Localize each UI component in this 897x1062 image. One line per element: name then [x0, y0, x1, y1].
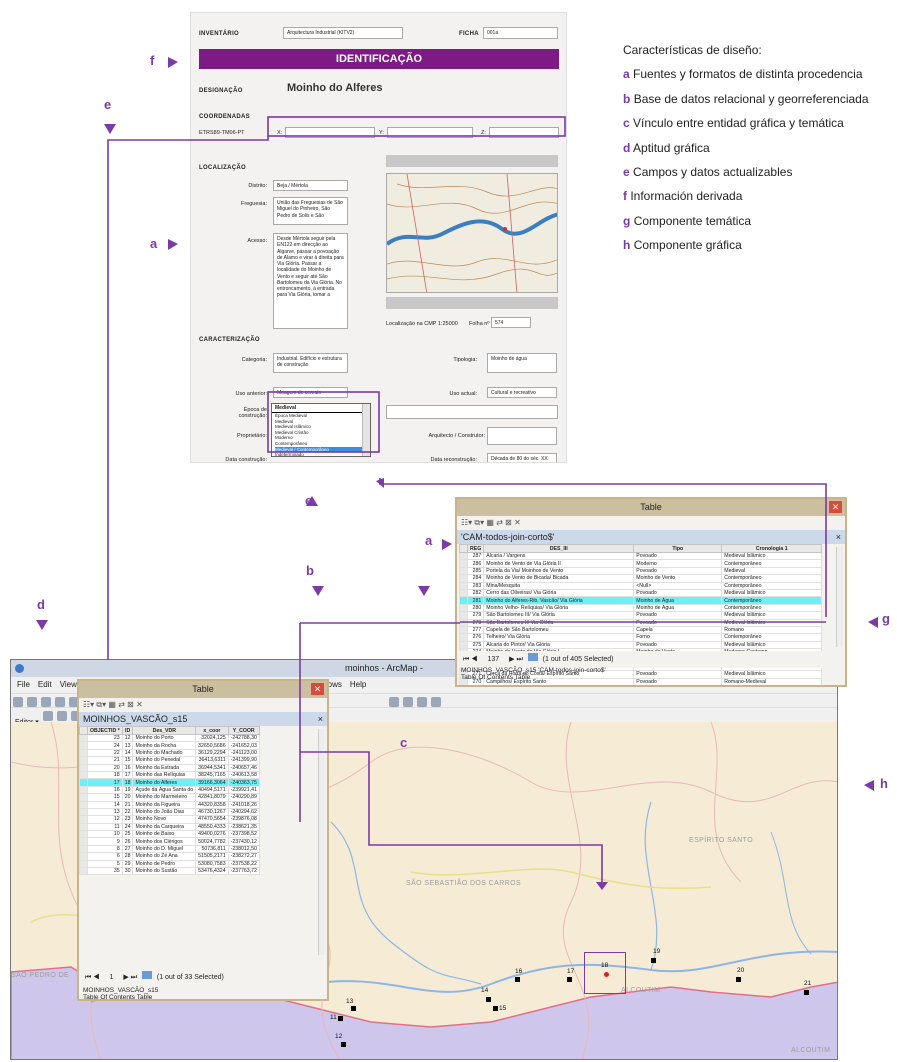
callout-d: d [37, 597, 45, 612]
callout-e-bottom: e [305, 493, 313, 508]
callout-h: h [880, 776, 888, 791]
callout-a: a [150, 236, 158, 251]
callout-b: b [306, 563, 314, 578]
callout-f: f [150, 53, 155, 68]
callout-e-top: e [104, 97, 112, 112]
callout-a-table: a [425, 533, 433, 548]
callout-c: c [400, 735, 408, 750]
callout-lines [36, 57, 878, 890]
callout-g: g [882, 611, 890, 626]
